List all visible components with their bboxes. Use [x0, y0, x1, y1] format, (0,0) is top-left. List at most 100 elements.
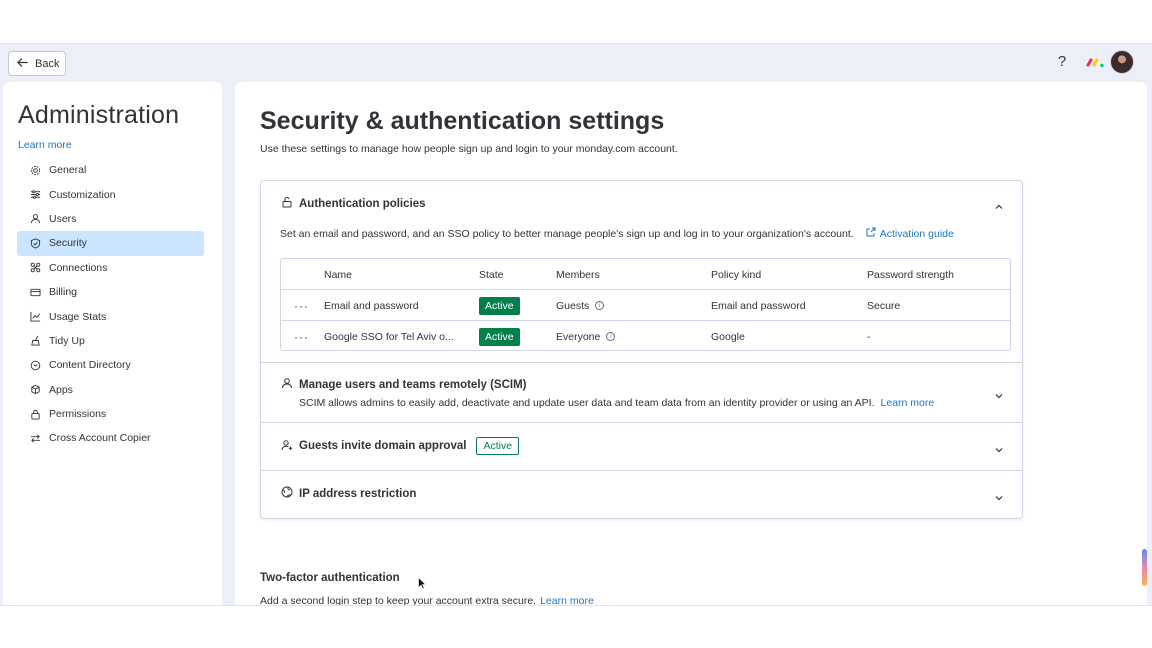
- monday-logo-icon[interactable]: [1086, 54, 1106, 70]
- gear-icon: [30, 165, 41, 176]
- auth-description-text: Set an email and password, and an SSO po…: [280, 227, 854, 240]
- table-row[interactable]: ··· Email and password Active Guests i E…: [281, 290, 1010, 321]
- page-subtitle: Use these settings to manage how people …: [260, 143, 678, 155]
- activation-guide-link[interactable]: Activation guide: [866, 227, 954, 240]
- sliders-icon: [30, 189, 41, 200]
- ip-restriction-section[interactable]: IP address restriction: [261, 471, 1022, 519]
- auth-policies-header[interactable]: Authentication policies: [281, 196, 426, 211]
- two-factor-title: Two-factor authentication: [260, 572, 400, 584]
- column-header-name: Name: [324, 268, 353, 281]
- lock-icon: [30, 409, 41, 420]
- scim-title: Manage users and teams remotely (SCIM): [299, 378, 527, 391]
- row-menu-icon[interactable]: ···: [294, 321, 309, 352]
- mouse-cursor-icon: [418, 577, 426, 589]
- top-bar: Back ?: [0, 44, 1152, 82]
- policies-table: Name State Members Policy kind Password …: [280, 258, 1011, 351]
- ip-restriction-title: IP address restriction: [299, 487, 417, 500]
- sidebar-item-label: General: [49, 164, 87, 177]
- main-content: Security & authentication settings Use t…: [235, 82, 1147, 606]
- status-badge: Active: [476, 437, 520, 455]
- status-badge: Active: [479, 327, 520, 346]
- policy-kind-value: Email and password: [711, 299, 806, 312]
- sidebar-item-label: Tidy Up: [49, 334, 85, 347]
- chart-icon: [30, 311, 41, 322]
- sidebar-item-users[interactable]: Users: [17, 207, 204, 231]
- connections-icon: [30, 262, 41, 273]
- sidebar-item-label: Usage Stats: [49, 310, 107, 323]
- sidebar-item-label: Content Directory: [49, 359, 131, 372]
- chevron-down-icon[interactable]: [994, 388, 1004, 399]
- sidebar-item-general[interactable]: General: [17, 158, 204, 182]
- scim-description-text: SCIM allows admins to easily add, deacti…: [299, 397, 875, 409]
- two-factor-description-text: Add a second login step to keep your acc…: [260, 595, 537, 606]
- members-value: Guests: [556, 299, 590, 312]
- policy-kind-value: Google: [711, 330, 745, 343]
- sidebar: Administration Learn more General Custom…: [3, 82, 222, 605]
- globe-icon: [281, 486, 293, 501]
- chevron-down-icon[interactable]: [994, 442, 1004, 453]
- members-value: Everyone: [556, 330, 601, 343]
- guests-domain-section[interactable]: Guests invite domain approval Active: [261, 423, 1022, 471]
- chevron-down-icon[interactable]: [994, 490, 1004, 501]
- column-header-policy-kind: Policy kind: [711, 268, 762, 281]
- sidebar-item-label: Security: [49, 237, 87, 250]
- sidebar-item-tidy-up[interactable]: Tidy Up: [17, 329, 204, 353]
- back-button[interactable]: Back: [8, 51, 66, 76]
- scim-header[interactable]: Manage users and teams remotely (SCIM): [281, 377, 527, 392]
- password-strength-value: Secure: [867, 299, 901, 312]
- chevron-up-icon[interactable]: [994, 199, 1004, 209]
- sidebar-item-label: Customization: [49, 188, 116, 201]
- sidebar-item-connections[interactable]: Connections: [17, 256, 204, 280]
- guests-domain-header[interactable]: Guests invite domain approval Active: [281, 437, 520, 455]
- sidebar-item-billing[interactable]: Billing: [17, 280, 204, 304]
- scim-description: SCIM allows admins to easily add, deacti…: [299, 397, 934, 409]
- folder-icon: [30, 360, 41, 371]
- column-header-members: Members: [556, 268, 600, 281]
- sidebar-item-cross-account-copier[interactable]: Cross Account Copier: [17, 426, 204, 450]
- column-header-password-strength: Password strength: [867, 268, 954, 281]
- page-title: Security & authentication settings: [260, 107, 665, 135]
- two-factor-description: Add a second login step to keep your acc…: [260, 595, 594, 606]
- scim-section[interactable]: Manage users and teams remotely (SCIM) S…: [261, 363, 1022, 423]
- app-window: Back ? Administration Learn more General…: [0, 43, 1152, 606]
- broom-icon: [30, 335, 41, 346]
- policy-name: Google SSO for Tel Aviv o...: [324, 330, 454, 343]
- ip-restriction-header[interactable]: IP address restriction: [281, 486, 416, 501]
- sidebar-nav: General Customization Users Security Con…: [17, 158, 204, 451]
- scrollbar-thumb[interactable]: [1142, 549, 1147, 586]
- avatar[interactable]: [1110, 50, 1134, 74]
- table-header-row: Name State Members Policy kind Password …: [281, 259, 1010, 290]
- external-link-icon: [866, 227, 876, 240]
- auth-policies-section: Authentication policies Set an email and…: [261, 181, 1022, 363]
- guests-domain-title: Guests invite domain approval: [299, 440, 467, 452]
- two-factor-learn-more-link[interactable]: Learn more: [540, 595, 594, 605]
- add-user-icon: [281, 439, 293, 454]
- status-badge: Active: [479, 296, 520, 315]
- table-row[interactable]: ··· Google SSO for Tel Aviv o... Active …: [281, 321, 1010, 352]
- apps-icon: [30, 384, 41, 395]
- info-icon[interactable]: i: [595, 301, 605, 310]
- sidebar-item-customization[interactable]: Customization: [17, 182, 204, 206]
- activation-guide-label: Activation guide: [879, 227, 954, 240]
- row-menu-icon[interactable]: ···: [294, 290, 309, 321]
- sidebar-item-label: Apps: [49, 383, 73, 396]
- sidebar-item-security[interactable]: Security: [17, 231, 204, 256]
- sidebar-learn-more-link[interactable]: Learn more: [18, 139, 72, 151]
- help-icon[interactable]: ?: [1054, 54, 1070, 70]
- info-icon[interactable]: i: [606, 332, 616, 341]
- sidebar-title: Administration: [18, 101, 180, 129]
- sidebar-item-permissions[interactable]: Permissions: [17, 402, 204, 426]
- sidebar-item-content-directory[interactable]: Content Directory: [17, 353, 204, 377]
- sidebar-item-label: Users: [49, 212, 77, 225]
- column-header-state: State: [479, 268, 504, 281]
- sidebar-item-label: Cross Account Copier: [49, 432, 151, 445]
- back-label: Back: [35, 57, 60, 70]
- policy-name: Email and password: [324, 299, 419, 312]
- sidebar-item-apps[interactable]: Apps: [17, 378, 204, 402]
- auth-policies-title: Authentication policies: [299, 197, 426, 210]
- scim-learn-more-link[interactable]: Learn more: [881, 397, 935, 409]
- shield-icon: [30, 238, 41, 249]
- auth-policies-description: Set an email and password, and an SSO po…: [280, 227, 954, 240]
- sidebar-item-usage-stats[interactable]: Usage Stats: [17, 304, 204, 328]
- unlock-icon: [281, 196, 293, 211]
